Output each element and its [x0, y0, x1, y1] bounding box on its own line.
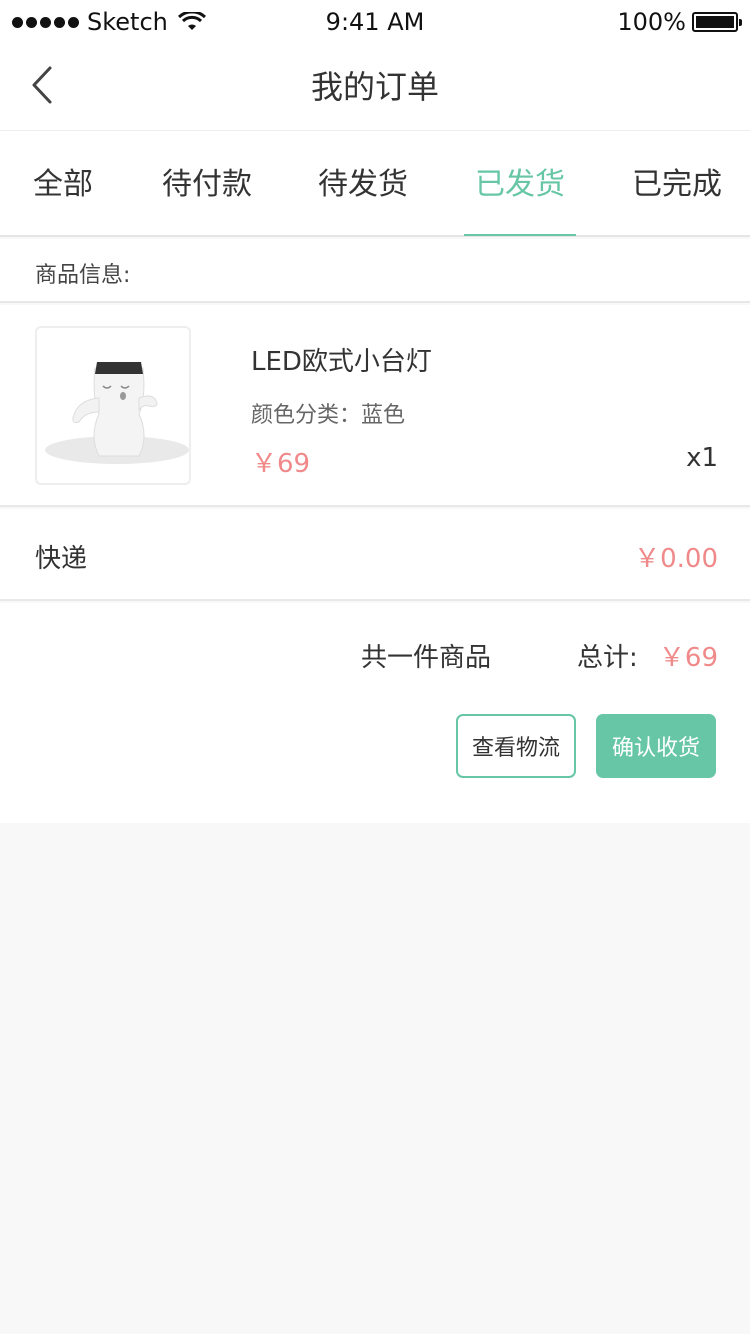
- active-tab-indicator: [464, 234, 576, 236]
- tab-shipped[interactable]: 已发货: [475, 159, 565, 203]
- shipping-fee: ￥0.00: [634, 544, 718, 574]
- shipping-label: 快递: [35, 544, 88, 574]
- confirm-receipt-button[interactable]: 确认收货: [596, 714, 716, 778]
- product-spec: 颜色分类：蓝色: [251, 403, 406, 428]
- total-label: 总计:: [577, 643, 638, 673]
- shipping-row: 快递 ￥0.00: [0, 509, 750, 601]
- order-summary: 共一件商品 总计: ￥69 查看物流 确认收货: [0, 603, 750, 823]
- product-name: LED欧式小台灯: [251, 347, 432, 377]
- status-bar: Sketch 9:41 AM 100%: [0, 0, 750, 40]
- tab-all[interactable]: 全部: [33, 159, 93, 203]
- tab-pending-shipment[interactable]: 待发货: [318, 159, 408, 203]
- product-price: ￥69: [251, 449, 311, 479]
- product-row[interactable]: LED欧式小台灯 颜色分类：蓝色 ￥69 x1: [0, 305, 750, 507]
- order-status-tabs: 全部 待付款 待发货 已发货 已完成: [0, 130, 750, 237]
- tab-pending-payment[interactable]: 待付款: [162, 159, 252, 203]
- product-info-header: 商品信息:: [0, 239, 750, 303]
- battery-icon: [692, 12, 742, 32]
- product-quantity: x1: [686, 443, 718, 473]
- status-right: 100%: [617, 8, 742, 36]
- navigation-bar: 我的订单: [0, 40, 750, 130]
- page-title: 我的订单: [310, 68, 439, 106]
- tab-completed[interactable]: 已完成: [632, 159, 722, 203]
- item-count: 共一件商品: [361, 643, 492, 673]
- product-image[interactable]: [35, 326, 191, 485]
- total-value: ￥69: [658, 643, 718, 673]
- product-info-title: 商品信息:: [35, 263, 131, 288]
- battery-percent: 100%: [617, 8, 686, 36]
- view-logistics-button[interactable]: 查看物流: [456, 714, 576, 778]
